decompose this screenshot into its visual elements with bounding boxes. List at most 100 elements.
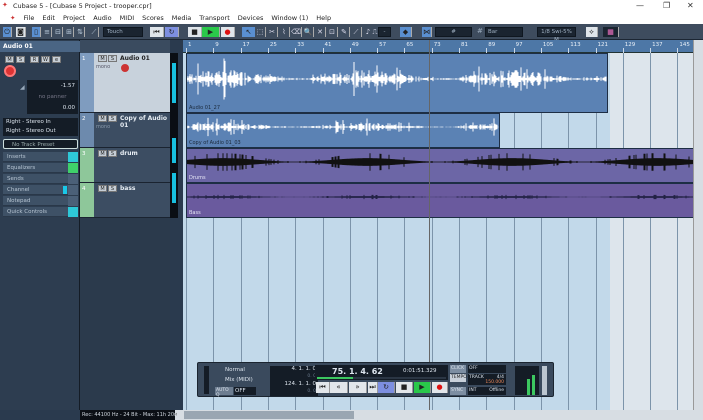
split-tool-icon[interactable]: ✂	[267, 27, 278, 37]
output-routing[interactable]: Right - Stereo Out	[3, 127, 78, 136]
automation-icon[interactable]: ⟋	[90, 27, 99, 37]
go-to-start-icon[interactable]: ⏮	[316, 382, 330, 393]
record-enable-icon[interactable]	[121, 64, 129, 72]
section-equalizers[interactable]: Equalizers	[3, 163, 78, 173]
constrain-delay-icon[interactable]: ◙	[16, 27, 26, 37]
play-icon[interactable]: ▶	[202, 27, 220, 37]
play-icon[interactable]: ▶	[414, 382, 431, 393]
activate-project-icon[interactable]: ⏻	[3, 27, 12, 37]
minimize-button[interactable]: —	[636, 1, 644, 10]
line-tool-icon[interactable]: ⟋	[351, 27, 362, 37]
scrollbar-thumb[interactable]	[184, 411, 354, 419]
position-slider[interactable]	[317, 377, 446, 379]
snap-icon[interactable]: ◆	[400, 27, 412, 37]
automation-mode-select[interactable]: Touch	[103, 27, 143, 37]
menu-scores[interactable]: Scores	[138, 14, 168, 22]
pan-field[interactable]: no panner	[27, 92, 78, 103]
menu-transport[interactable]: Transport	[195, 14, 234, 22]
section-inserts[interactable]: Inserts	[3, 152, 78, 162]
app-menu-icon[interactable]: ✦	[6, 14, 19, 22]
grid-type-select[interactable]: Bar	[485, 27, 523, 37]
menu-edit[interactable]: Edit	[38, 14, 59, 22]
cycle-icon[interactable]: ↻	[378, 382, 395, 393]
scroll-left-icon[interactable]: ‹	[175, 411, 183, 419]
go-to-start-icon[interactable]: ⏮	[150, 27, 164, 37]
glue-tool-icon[interactable]: ⌇	[279, 27, 290, 37]
menu-file[interactable]: File	[19, 14, 38, 22]
rewind-icon[interactable]: «	[330, 382, 348, 393]
track-row[interactable]: 1 M S Audio 01 mono	[80, 53, 170, 113]
solo-button[interactable]: S	[16, 56, 25, 63]
color-palette-icon[interactable]: ▦	[603, 27, 619, 37]
snap-zero-crossing-icon[interactable]: ⋈	[422, 27, 432, 37]
tempo-value[interactable]: 150.000	[485, 380, 504, 385]
ruler[interactable]: 1 9 17 25 33 41 49 57 65 73 81 89 97 105 113 121 129 137 1…	[183, 40, 693, 53]
show-info-icon[interactable]: ≡	[43, 27, 52, 37]
autoq-button[interactable]: AUTO Q	[215, 387, 233, 398]
solo-button[interactable]: S	[108, 185, 117, 192]
section-channel[interactable]: Channel	[3, 185, 78, 195]
audio-event[interactable]: Drums	[186, 148, 693, 183]
nudge-select[interactable]: -	[378, 27, 391, 37]
record-mode-select[interactable]: Normal	[215, 366, 255, 375]
solo-button[interactable]: S	[108, 115, 117, 122]
tempo-button[interactable]: TEMPO	[450, 374, 467, 382]
menu-devices[interactable]: Devices	[234, 14, 268, 22]
section-quick-controls[interactable]: Quick Controls	[3, 207, 78, 217]
track-name[interactable]: bass	[120, 185, 136, 192]
record-icon[interactable]: ●	[221, 27, 235, 37]
restore-button[interactable]: ❐	[663, 1, 670, 10]
stop-icon[interactable]: ■	[396, 382, 413, 393]
record-enable-icon[interactable]	[4, 65, 16, 77]
pool-icon[interactable]: ⊞	[65, 27, 74, 37]
inspector-track-name[interactable]: Audio 01	[0, 41, 80, 52]
horizontal-scrollbar[interactable]: ‹	[175, 410, 703, 420]
go-to-end-icon[interactable]: ⏭	[368, 382, 378, 393]
write-button[interactable]: W	[41, 56, 50, 63]
menu-project[interactable]: Project	[59, 14, 89, 22]
volume-field[interactable]: -1.57	[27, 80, 78, 92]
track-row[interactable]: 2 M S Copy of Audio 01 mono	[80, 113, 170, 148]
fast-forward-icon[interactable]: »	[349, 382, 367, 393]
playhead-cursor[interactable]	[429, 40, 430, 410]
quantize-editor-icon[interactable]: ⟡	[586, 27, 598, 37]
menu-audio[interactable]: Audio	[89, 14, 115, 22]
section-sends[interactable]: Sends	[3, 174, 78, 184]
mute-button[interactable]: M	[98, 115, 107, 122]
mute-tool-icon[interactable]: ✕	[315, 27, 326, 37]
mute-button[interactable]: M	[5, 56, 14, 63]
track-name[interactable]: Copy of Audio 01	[120, 115, 170, 129]
audio-event[interactable]: Audio 01_27	[186, 53, 608, 113]
track-row[interactable]: 3 M S drum	[80, 148, 170, 183]
close-button[interactable]: ✕	[687, 1, 694, 10]
audio-event[interactable]: Copy of Audio 01_03	[186, 113, 500, 148]
mute-button[interactable]: M	[98, 55, 107, 62]
read-button[interactable]: R	[30, 56, 39, 63]
quantize-select[interactable]: 1/8 Swi-5% M	[537, 27, 576, 43]
sync-button[interactable]: SYNC	[450, 387, 466, 395]
track-name[interactable]: drum	[120, 150, 138, 157]
delay-field[interactable]: 0.00	[27, 103, 78, 114]
menu-media[interactable]: Media	[168, 14, 196, 22]
menu-window[interactable]: Window (1)	[267, 14, 312, 22]
event-display[interactable]: Audio 01_27 Copy of Audio 01_03 Drums Ba…	[183, 53, 693, 410]
input-routing[interactable]: Right - Stereo In	[3, 118, 78, 127]
cycle-record-mode-select[interactable]: Mix (MIDI)	[215, 376, 255, 385]
range-tool-icon[interactable]: ⬚	[255, 27, 266, 37]
audio-event[interactable]: Bass	[186, 183, 693, 218]
mute-button[interactable]: M	[98, 150, 107, 157]
erase-tool-icon[interactable]: ⌫	[291, 27, 302, 37]
cycle-icon[interactable]: ↻	[165, 27, 179, 37]
show-inspector-icon[interactable]: ▯	[32, 27, 41, 37]
edit-button[interactable]: e	[52, 56, 61, 63]
zoom-tool-icon[interactable]: 🔍	[303, 27, 314, 37]
bars-beats-position[interactable]: 75. 1. 4. 62	[332, 367, 383, 376]
draw-tool-icon[interactable]: ✎	[339, 27, 350, 37]
record-icon[interactable]: ●	[432, 382, 448, 393]
time-position[interactable]: 0:01:51.329	[403, 368, 436, 374]
track-name[interactable]: Audio 01	[120, 55, 150, 62]
show-overview-icon[interactable]: ⊟	[54, 27, 63, 37]
time-warp-tool-icon[interactable]: ⊡	[327, 27, 338, 37]
grid-select[interactable]: #	[435, 27, 472, 37]
output-level-slider[interactable]	[542, 366, 547, 395]
